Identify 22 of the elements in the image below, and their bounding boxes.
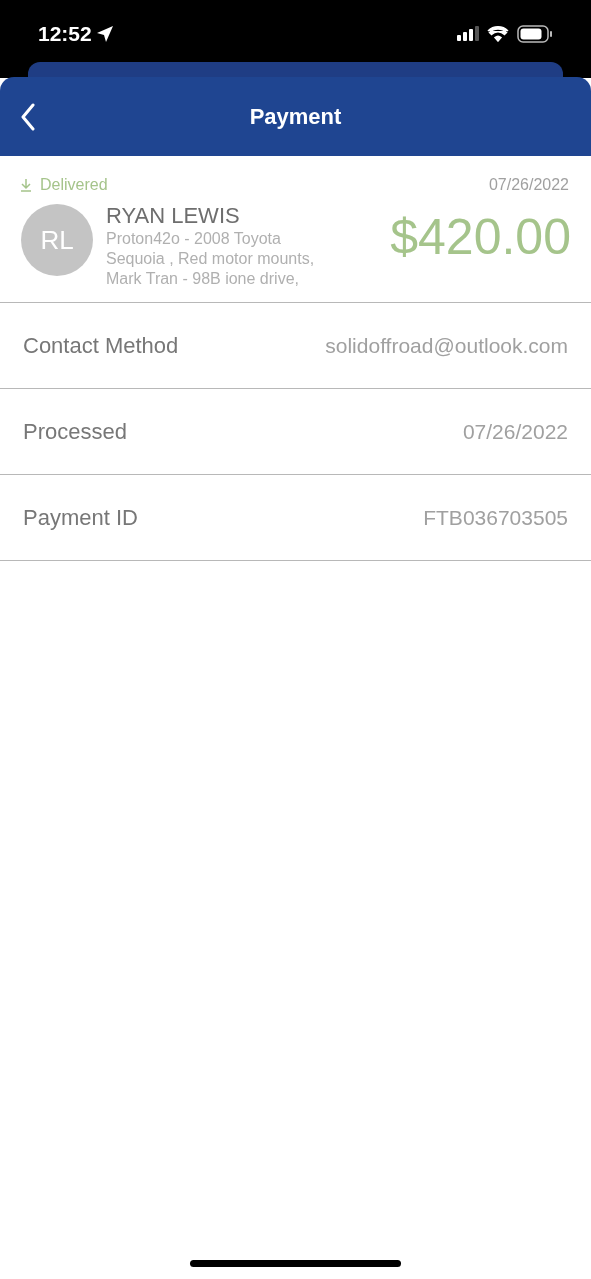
- delivery-status: Delivered: [40, 175, 108, 195]
- avatar: RL: [21, 204, 93, 276]
- customer-name: RYAN LEWIS: [106, 203, 241, 229]
- page-title: Payment: [249, 103, 342, 131]
- status-time: 12:52: [38, 21, 92, 47]
- back-chevron-icon: [20, 103, 36, 131]
- download-icon: [20, 178, 32, 192]
- payment-date: 07/26/2022: [488, 175, 570, 195]
- signal-icon: [457, 25, 479, 42]
- payment-description: Proton42o - 2008 Toyota: [106, 229, 282, 249]
- detail-value: 07/26/2022: [462, 418, 568, 445]
- detail-label: Contact Method: [23, 332, 179, 360]
- detail-label: Processed: [23, 418, 127, 446]
- wifi-icon: [487, 25, 509, 42]
- payment-description: Sequoia , Red motor mounts,: [106, 249, 315, 269]
- detail-value: solidoffroad@outlook.com: [325, 332, 568, 359]
- payment-description: Mark Tran - 98B ione drive,: [106, 269, 300, 289]
- location-arrow-icon: [95, 24, 114, 43]
- battery-icon: [517, 24, 553, 43]
- detail-value: FTB036703505: [423, 504, 568, 531]
- payment-amount: $420.00: [390, 208, 571, 267]
- detail-label: Payment ID: [23, 504, 138, 532]
